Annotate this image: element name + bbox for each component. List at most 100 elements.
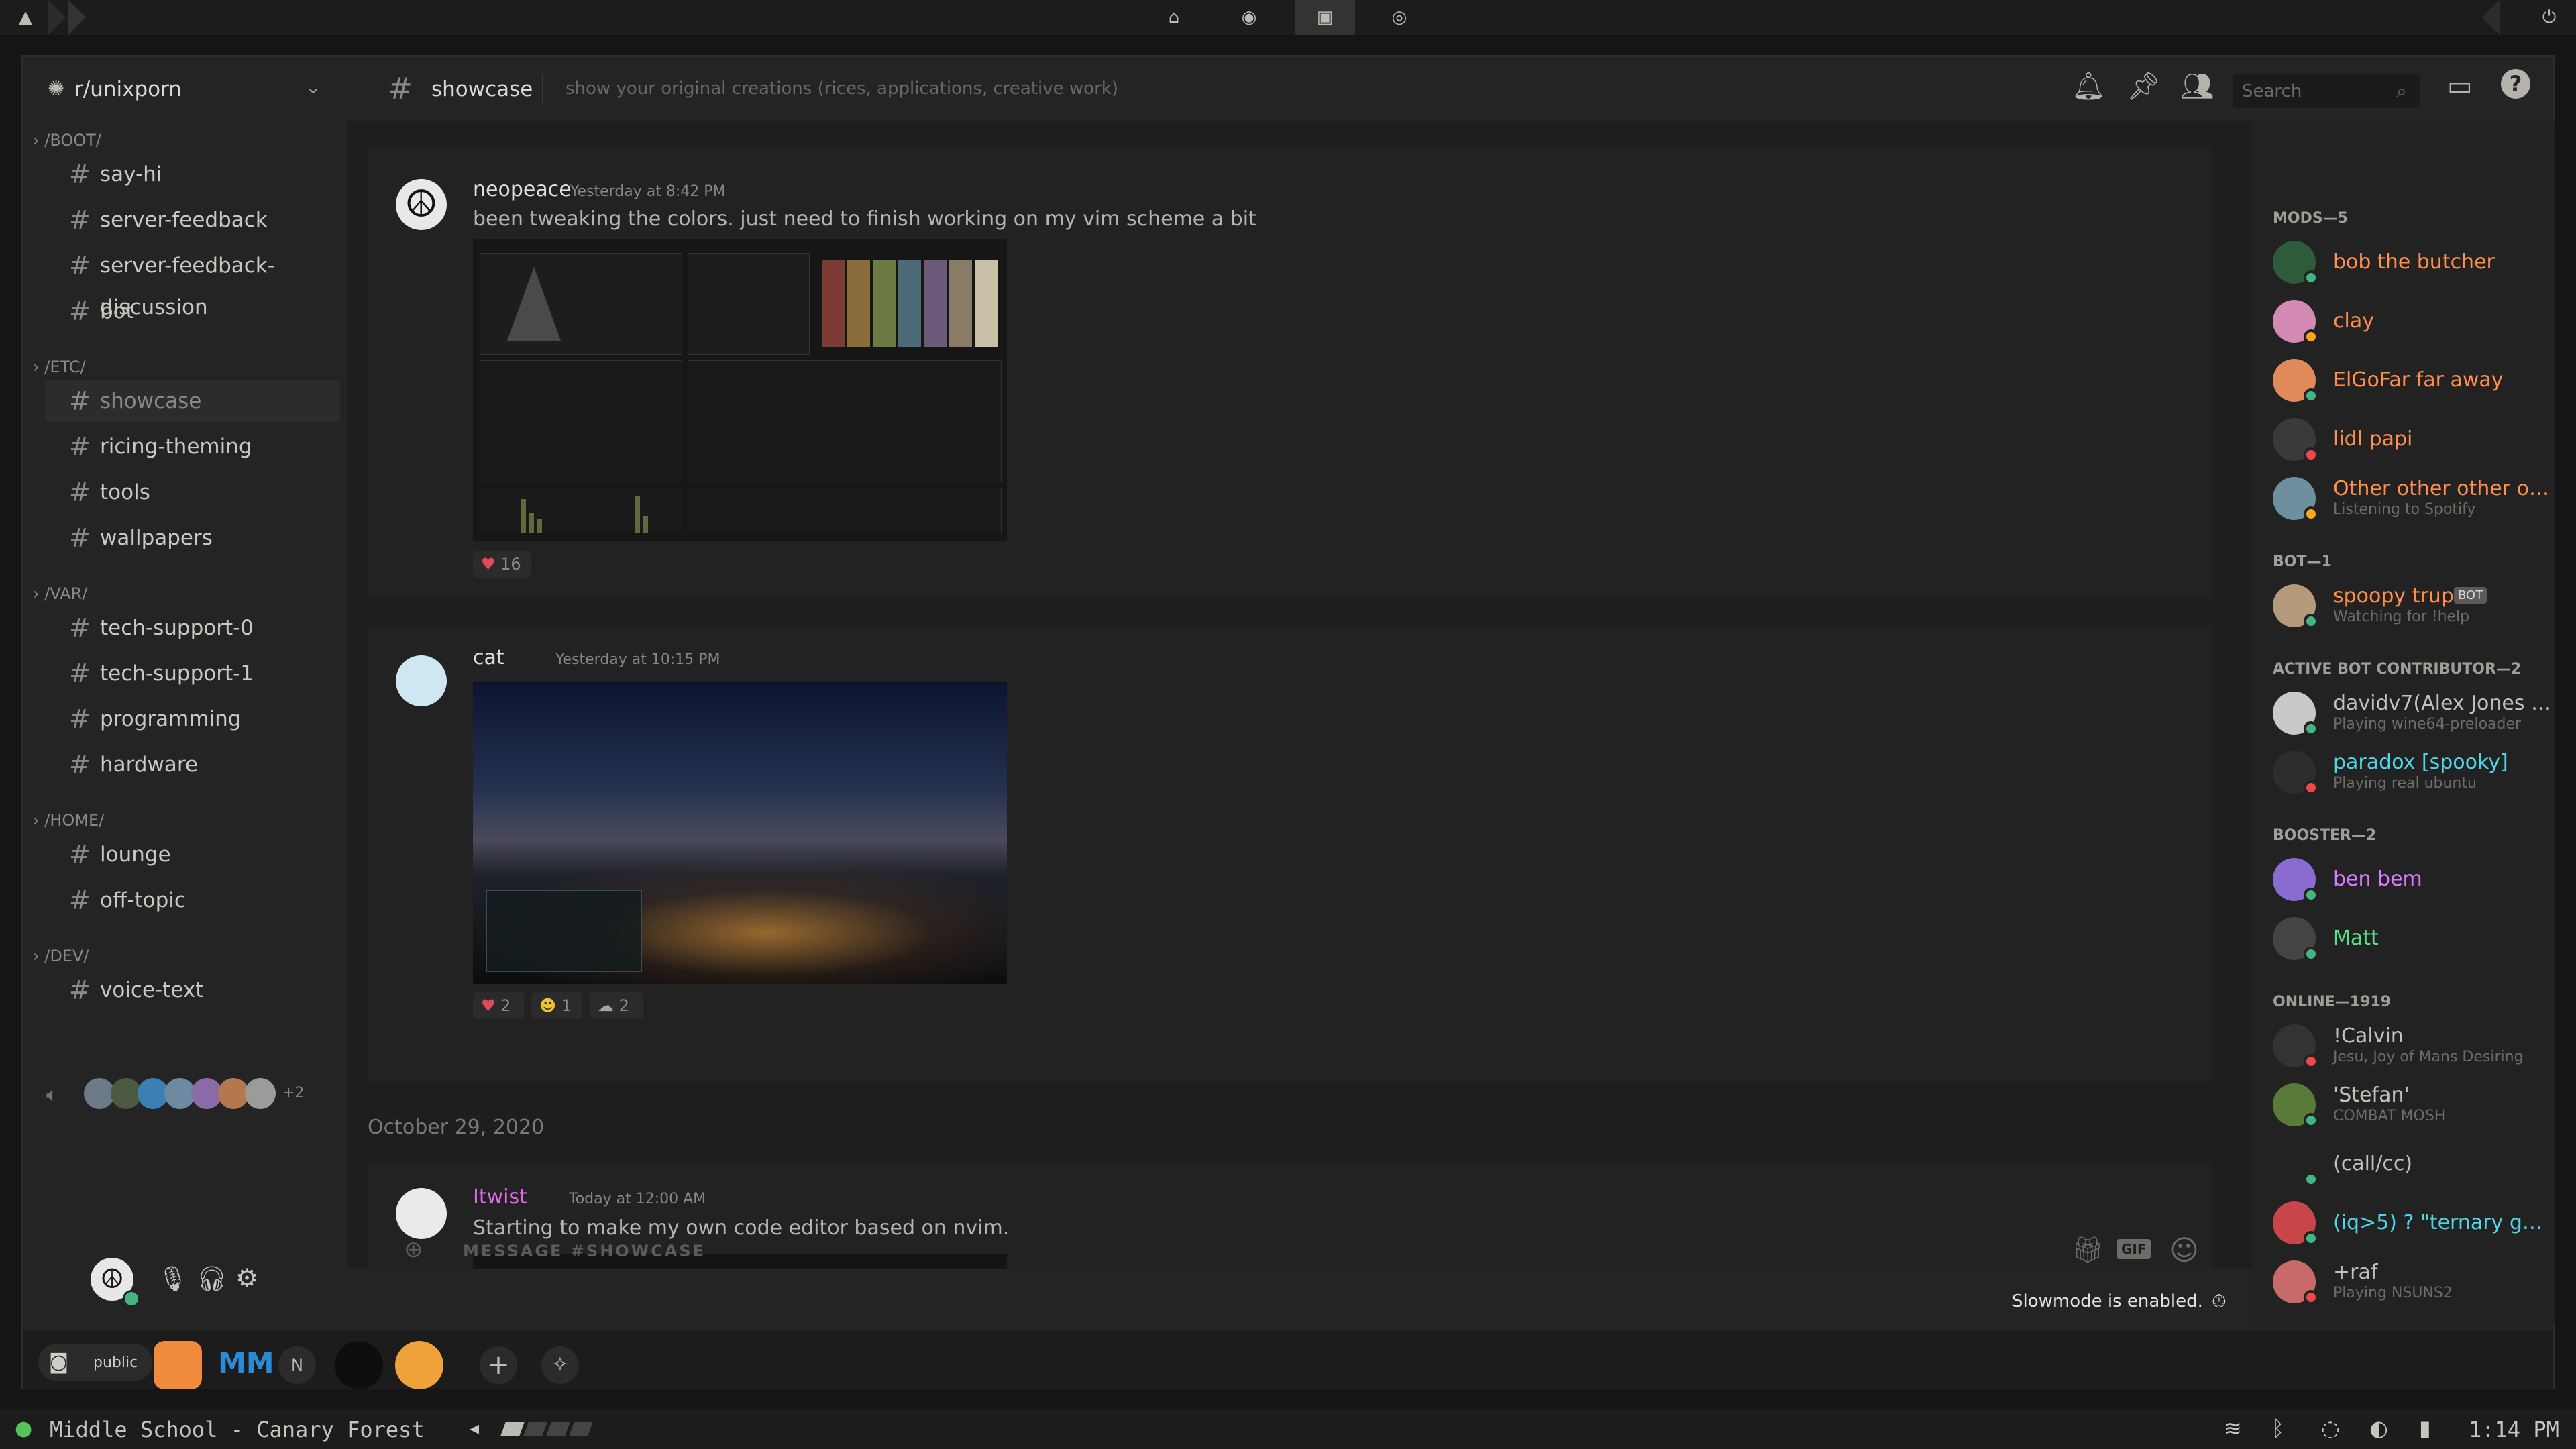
emoji-icon[interactable]: ☺: [2169, 1234, 2199, 1267]
members-icon[interactable]: 👥︎: [2180, 70, 2214, 102]
power-icon[interactable]: ⏻: [2536, 4, 2563, 31]
dm-button[interactable]: ◙ public: [38, 1344, 152, 1381]
member-row[interactable]: (call/cc): [2273, 1138, 2555, 1191]
lightbulb-icon[interactable]: ◌: [2321, 1415, 2340, 1441]
author-avatar[interactable]: ☮: [396, 179, 447, 230]
search-box[interactable]: Search ⌕: [2233, 74, 2420, 108]
volume-icon[interactable]: ◂: [470, 1417, 479, 1439]
reaction-heart[interactable]: ♥ 2: [473, 992, 524, 1019]
server-header[interactable]: ✺ r/unixporn ⌄: [23, 57, 347, 121]
wifi-icon[interactable]: ≋: [2224, 1415, 2242, 1441]
channel-label: programming: [100, 707, 241, 731]
channel-category[interactable]: › /BOOT/: [33, 131, 101, 150]
gif-icon[interactable]: GIF: [2117, 1239, 2151, 1259]
volume-segment: [569, 1422, 593, 1436]
channel-category[interactable]: › /ETC/: [33, 358, 86, 376]
channel-item[interactable]: # wallpapers: [45, 517, 340, 559]
server-icon-mm[interactable]: MM: [218, 1346, 274, 1379]
headphones-icon[interactable]: 🎧︎: [197, 1265, 227, 1293]
volume-bar[interactable]: [500, 1422, 593, 1436]
member-row[interactable]: lidl papi: [2273, 414, 2555, 466]
member-row[interactable]: Matt: [2273, 913, 2555, 965]
channel-item[interactable]: # off-topic: [45, 879, 340, 921]
author-name[interactable]: Itwist: [473, 1185, 527, 1209]
screenshot-attachment[interactable]: [473, 239, 1007, 541]
member-row[interactable]: paradox [spooky] Playing real ubuntu: [2273, 747, 2555, 799]
microphone-icon[interactable]: 🎙︎: [158, 1265, 189, 1293]
status-dot: [2304, 1172, 2318, 1187]
bluetooth-icon[interactable]: ᛒ: [2271, 1415, 2284, 1441]
member-row[interactable]: clay: [2273, 296, 2555, 348]
author-name[interactable]: cat: [473, 646, 504, 669]
channel-category[interactable]: › /HOME/: [33, 811, 104, 830]
member-row[interactable]: davidv7(Alex Jones on J...Playing wine64…: [2273, 688, 2555, 740]
cloud-icon: ☁: [598, 996, 614, 1015]
discord-icon: ▣: [1316, 7, 1334, 28]
member-row[interactable]: spoopy trup BOT Watching for !help: [2273, 580, 2555, 633]
speaker-icon: 🔈︎: [46, 1083, 58, 1107]
chromium-icon[interactable]: ◉: [1236, 4, 1263, 31]
author-avatar[interactable]: [396, 655, 447, 706]
color-swatch: [924, 260, 947, 347]
spotify-icon[interactable]: ◎: [1386, 4, 1413, 31]
channel-item[interactable]: # bot: [45, 290, 340, 332]
channel-item[interactable]: # server-feedback: [45, 199, 340, 241]
help-icon[interactable]: ?: [2501, 69, 2530, 99]
channel-item[interactable]: # lounge: [45, 834, 340, 875]
member-row[interactable]: !Calvin Jesu, Joy of Mans Desiring: [2273, 1020, 2555, 1073]
message-composer[interactable]: ⊕ MESSAGE #SHOWCASE 🎁︎ GIF ☺: [368, 1224, 2233, 1278]
member-row[interactable]: ben bem: [2273, 854, 2555, 906]
reaction-sunglasses[interactable]: ☻ 1: [531, 992, 582, 1019]
now-playing: Middle School - Canary Forest: [50, 1417, 425, 1442]
reaction-cloud[interactable]: ☁ 2: [590, 992, 643, 1019]
add-server-icon[interactable]: +: [480, 1346, 517, 1384]
channel-item[interactable]: # server-feedback-discussion: [45, 245, 340, 319]
member-row[interactable]: Other other other other...Listening to S…: [2273, 473, 2555, 525]
member-row[interactable]: 'Stefan' COMBAT MOSH: [2273, 1079, 2555, 1132]
channel-item[interactable]: # ricing-theming: [45, 426, 340, 468]
wallpaper-screenshot-attachment[interactable]: [473, 682, 1007, 984]
server-icon-n[interactable]: N: [278, 1346, 316, 1384]
heart-icon: ♥: [481, 996, 496, 1015]
bell-icon[interactable]: 🔔︎: [2072, 70, 2106, 102]
brightness-icon[interactable]: ◐: [2369, 1415, 2388, 1441]
reaction-count: 2: [619, 996, 629, 1015]
voice-users[interactable]: +2: [84, 1078, 312, 1112]
gift-icon[interactable]: 🎁︎: [2072, 1235, 2104, 1265]
channel-item[interactable]: # tools: [45, 472, 340, 513]
online-status-dot: [123, 1290, 140, 1307]
chevron-down-icon[interactable]: ⌄: [305, 76, 321, 98]
channel-item[interactable]: # tech-support-0: [45, 607, 340, 649]
channel-item[interactable]: # say-hi: [45, 154, 340, 195]
channel-item[interactable]: # voice-text: [45, 969, 340, 1011]
author-name[interactable]: neopeace: [473, 178, 572, 201]
hash-icon: #: [69, 478, 91, 507]
member-row[interactable]: ElGoFar far away: [2273, 355, 2555, 407]
channel-item[interactable]: # programming: [45, 698, 340, 740]
server-icon-orange[interactable]: [395, 1341, 443, 1389]
channel-item[interactable]: # tech-support-1: [45, 653, 340, 694]
member-row[interactable]: +raf Playing NSUNS2: [2273, 1256, 2555, 1309]
member-row[interactable]: (iq>5) ? "ternary gang":...: [2273, 1197, 2555, 1250]
member-row[interactable]: bob the butcher: [2273, 237, 2555, 289]
hash-icon: #: [69, 251, 91, 280]
timestamp: Yesterday at 8:42 PM: [570, 183, 726, 200]
status-dot: [2304, 329, 2318, 344]
server-icon-unixporn[interactable]: [154, 1341, 202, 1389]
inbox-icon[interactable]: ▭: [2447, 70, 2473, 101]
channel-item[interactable]: # hardware: [45, 744, 340, 786]
compass-icon[interactable]: ✧: [541, 1346, 579, 1384]
channel-category[interactable]: › /VAR/: [33, 584, 87, 603]
reaction-heart[interactable]: ♥ 16: [473, 551, 531, 578]
channel-item[interactable]: # showcase: [45, 380, 340, 422]
arch-logo-icon[interactable]: ▲: [12, 4, 39, 31]
channel-category[interactable]: › /DEV/: [33, 947, 89, 965]
attach-icon[interactable]: ⊕: [404, 1236, 423, 1263]
server-icon-dark[interactable]: [335, 1341, 383, 1389]
system-monitor-pane: [688, 360, 1002, 482]
home-icon[interactable]: ⌂: [1161, 4, 1187, 31]
slowmode-notice: Slowmode is enabled.: [2012, 1291, 2203, 1311]
pin-icon[interactable]: 📌︎: [2127, 70, 2161, 102]
settings-gear-icon[interactable]: ⚙: [235, 1263, 258, 1293]
discord-tab-active[interactable]: ▣: [1295, 0, 1355, 35]
